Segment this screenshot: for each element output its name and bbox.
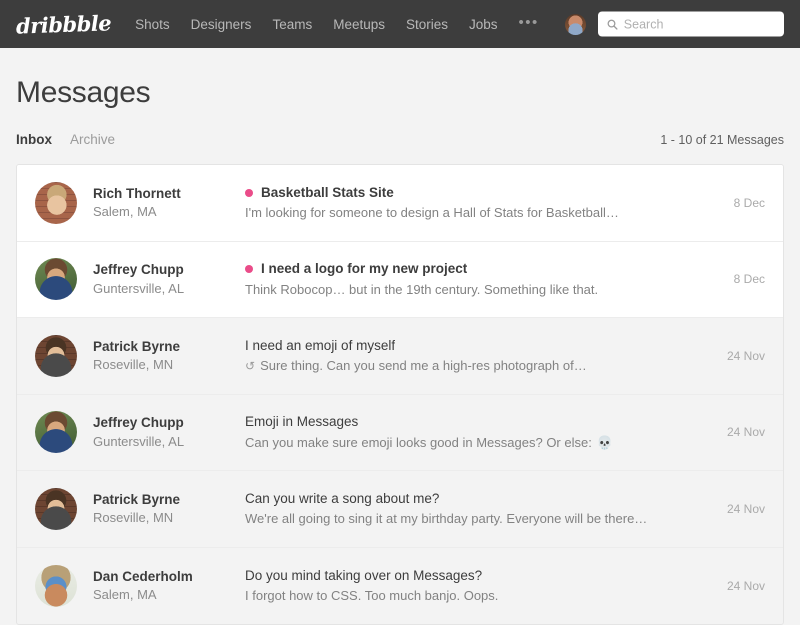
search-box[interactable] <box>598 11 784 37</box>
sender-info: Jeffrey Chupp Guntersville, AL <box>93 260 245 298</box>
sender-location: Guntersville, AL <box>93 280 185 296</box>
message-row[interactable]: Jeffrey Chupp Guntersville, AL I need a lo… <box>17 241 783 318</box>
sender-location: Salem, MA <box>93 204 157 220</box>
message-body: Basketball Stats Site I'm looking for som… <box>245 183 713 223</box>
avatar <box>35 487 77 530</box>
preview-line: Can you make sure emoji looks good in Me… <box>245 433 699 453</box>
message-row[interactable]: Patrick Byrne Roseville, MN I need an emoj… <box>17 318 783 395</box>
avatar <box>35 411 77 454</box>
nav-link-meetups[interactable]: Meetups <box>333 17 385 32</box>
sender-name: Jeffrey Chupp <box>93 262 184 278</box>
sender-location: Roseville, MN <box>93 510 174 526</box>
avatar <box>35 181 77 224</box>
unread-dot-icon <box>245 188 253 197</box>
top-navbar: dribbble Shots Designers Teams Meetups S… <box>0 0 800 48</box>
sender-name: Rich Thornett <box>93 185 181 201</box>
preview-line: ↺ Sure thing. Can you send me a high-res … <box>245 356 699 376</box>
sender-name: Jeffrey Chupp <box>93 415 184 431</box>
message-preview: I'm looking for someone to design a Hall… <box>245 205 619 221</box>
avatar <box>35 334 77 377</box>
message-row[interactable]: Dan Cederholm Salem, MA Do you mind taking… <box>17 548 783 625</box>
message-date: 8 Dec <box>733 195 765 210</box>
skull-emoji-icon: 💀 <box>596 434 614 450</box>
message-subject: Basketball Stats Site <box>261 184 394 200</box>
sender-info: Jeffrey Chupp Guntersville, AL <box>93 413 245 451</box>
pagination-count: 1 - 10 of 21 Messages <box>660 133 784 147</box>
dribbble-logo[interactable]: dribbble <box>16 10 112 38</box>
message-subject: I need an emoji of myself <box>245 337 396 353</box>
unread-dot-icon <box>245 265 253 273</box>
avatar <box>35 258 77 301</box>
nav-link-shots[interactable]: Shots <box>135 17 170 32</box>
sender-info: Dan Cederholm Salem, MA <box>93 567 245 605</box>
subject-line: Can you write a song about me? <box>245 489 699 509</box>
avatar-image <box>564 13 586 35</box>
subject-line: Basketball Stats Site <box>245 183 699 203</box>
search-input[interactable] <box>623 17 775 31</box>
search-icon <box>607 19 618 30</box>
tab-inbox[interactable]: Inbox <box>16 132 52 147</box>
message-body: I need a logo for my new project Think Ro… <box>245 259 713 299</box>
sender-location: Roseville, MN <box>93 357 174 373</box>
tab-archive[interactable]: Archive <box>70 132 115 147</box>
sender-location: Salem, MA <box>93 587 157 603</box>
message-date: 24 Nov <box>726 348 765 363</box>
page-title: Messages <box>16 76 151 109</box>
message-subject: I need a logo for my new project <box>261 261 468 277</box>
preview-line: Think Robocop… but in the 19th century. … <box>245 280 699 300</box>
message-row[interactable]: Patrick Byrne Roseville, MN Can you write … <box>17 471 783 548</box>
nav-link-teams[interactable]: Teams <box>272 17 312 32</box>
reply-arrow-icon: ↺ <box>245 359 256 374</box>
user-avatar[interactable] <box>564 13 586 35</box>
message-date: 24 Nov <box>726 501 765 516</box>
sender-info: Rich Thornett Salem, MA <box>93 184 245 222</box>
subject-line: Do you mind taking over on Messages? <box>245 566 699 586</box>
primary-nav: Shots Designers Teams Meetups Stories Jo… <box>135 15 539 34</box>
list-toolbar: Inbox Archive 1 - 10 of 21 Messages <box>16 132 784 152</box>
sender-info: Patrick Byrne Roseville, MN <box>93 490 245 528</box>
preview-line: I forgot how to CSS. Too much banjo. Oop… <box>245 586 699 606</box>
preview-line: I'm looking for someone to design a Hall… <box>245 203 699 223</box>
nav-link-stories[interactable]: Stories <box>406 17 448 32</box>
message-tabs: Inbox Archive <box>16 132 115 147</box>
preview-line: We're all going to sing it at my birthda… <box>245 509 699 529</box>
message-subject: Emoji in Messages <box>245 414 359 430</box>
nav-link-designers[interactable]: Designers <box>191 17 252 32</box>
nav-more-ellipsis-icon[interactable]: ••• <box>519 15 539 34</box>
message-body: Can you write a song about me? We're all … <box>245 489 713 529</box>
message-preview: Sure thing. Can you send me a high-res p… <box>260 358 587 374</box>
message-preview: I forgot how to CSS. Too much banjo. Oop… <box>245 588 499 604</box>
message-preview: Can you make sure emoji looks good in Me… <box>245 434 592 450</box>
subject-line: I need a logo for my new project <box>245 259 699 279</box>
message-body: Emoji in Messages Can you make sure emoji… <box>245 412 713 452</box>
message-date: 24 Nov <box>726 578 765 593</box>
sender-info: Patrick Byrne Roseville, MN <box>93 337 245 375</box>
subject-line: I need an emoji of myself <box>245 336 699 356</box>
message-preview: Think Robocop… but in the 19th century. … <box>245 281 599 297</box>
sender-name: Patrick Byrne <box>93 491 181 507</box>
message-body: I need an emoji of myself ↺ Sure thing. Ca… <box>245 336 713 376</box>
message-date: 8 Dec <box>733 272 765 287</box>
message-subject: Can you write a song about me? <box>245 490 440 506</box>
message-row[interactable]: Jeffrey Chupp Guntersville, AL Emoji in Me… <box>17 395 783 471</box>
message-list: Rich Thornett Salem, MA Basketball Stats S… <box>16 164 784 625</box>
subject-line: Emoji in Messages <box>245 412 699 432</box>
sender-location: Guntersville, AL <box>93 433 185 449</box>
message-date: 24 Nov <box>726 425 765 440</box>
page-content: Messages Inbox Archive 1 - 10 of 21 Mess… <box>0 48 800 625</box>
avatar <box>35 564 77 607</box>
message-subject: Do you mind taking over on Messages? <box>245 567 483 583</box>
sender-name: Patrick Byrne <box>93 338 181 354</box>
message-preview: We're all going to sing it at my birthda… <box>245 511 648 527</box>
sender-name: Dan Cederholm <box>93 568 193 584</box>
nav-link-jobs[interactable]: Jobs <box>469 17 498 32</box>
message-row[interactable]: Rich Thornett Salem, MA Basketball Stats S… <box>17 165 783 242</box>
